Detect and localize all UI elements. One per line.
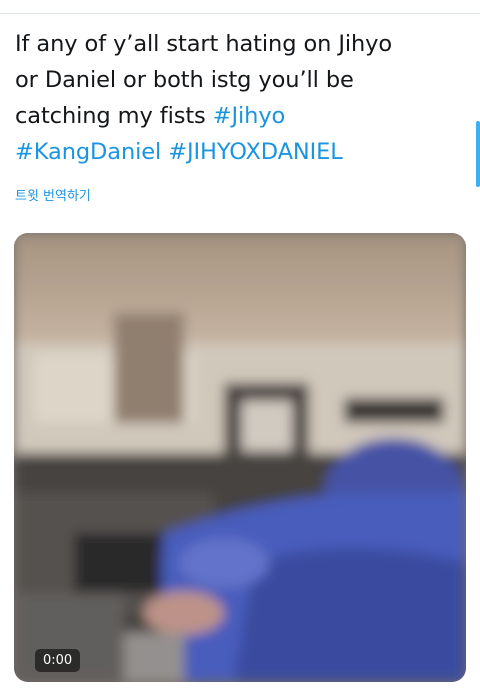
tweet-text-line-4: #KangDaniel #JIHYOXDANIEL <box>15 134 465 170</box>
tweet-text-line-2: or Daniel or both istg you’ll be <box>15 67 354 93</box>
top-divider <box>0 13 480 14</box>
tweet-text: If any of y’all start hating on Jihyo or… <box>15 26 465 170</box>
scrollbar-thumb[interactable] <box>476 121 480 187</box>
hashtag-kangdaniel[interactable]: #KangDaniel <box>15 139 161 165</box>
hashtag-jihyoxdaniel[interactable]: #JIHYOXDANIEL <box>168 139 343 165</box>
video-timestamp: 0:00 <box>35 649 81 672</box>
tweet-text-line-3-text: catching my fists <box>15 103 213 129</box>
tweet-text-line-1: If any of y’all start hating on Jihyo <box>15 31 393 57</box>
video-frame <box>14 233 466 682</box>
translate-tweet-link[interactable]: 트윗 번역하기 <box>15 185 91 204</box>
tweet-text-line-3: catching my fists #Jihyo <box>15 98 465 134</box>
video-player[interactable]: 0:00 <box>14 233 466 682</box>
hashtag-jihyo[interactable]: #Jihyo <box>213 103 286 129</box>
